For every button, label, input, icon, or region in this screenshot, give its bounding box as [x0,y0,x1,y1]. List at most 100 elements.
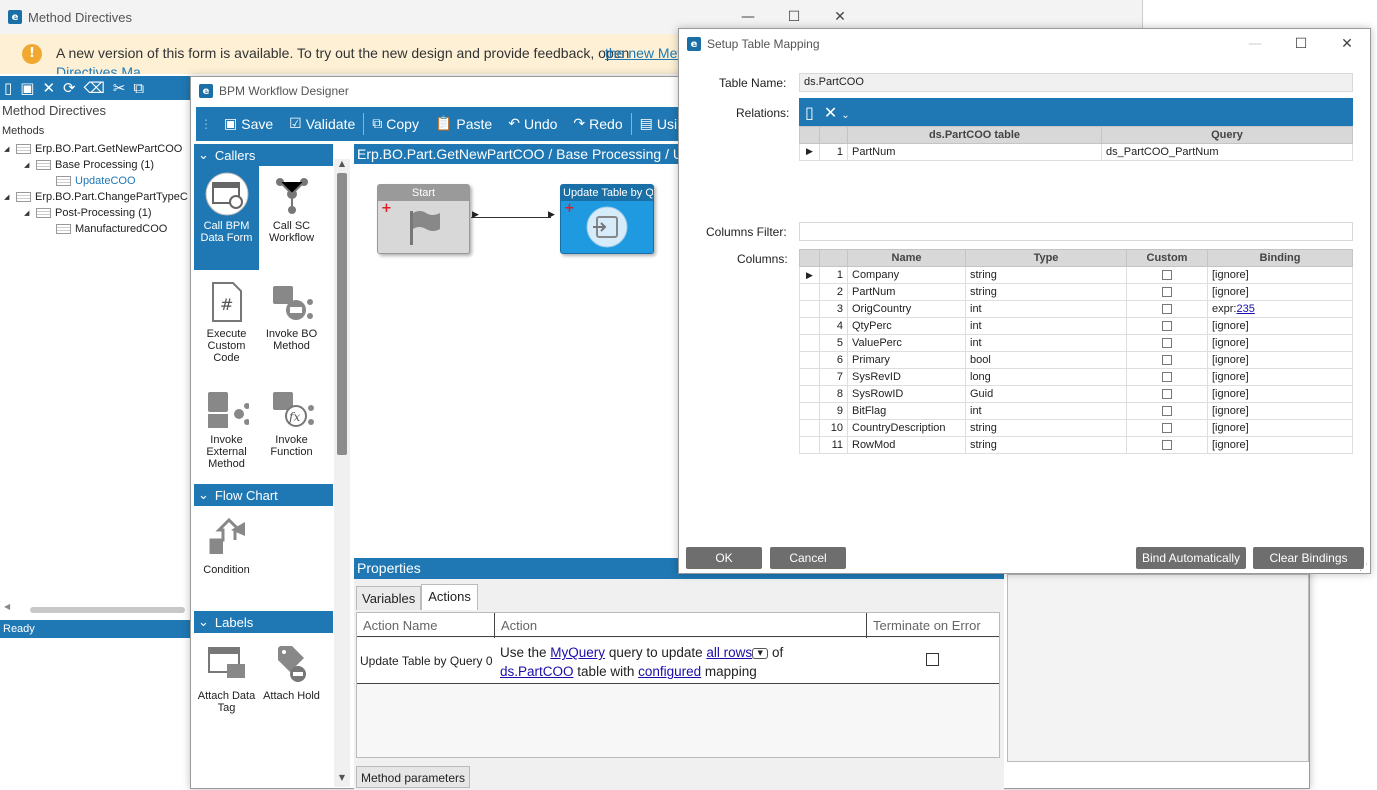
custom-checkbox[interactable] [1162,423,1172,434]
new-icon[interactable]: ▯ [4,79,12,97]
close-icon[interactable]: ✕ [817,9,863,25]
expand-toggle-icon[interactable]: ◢ [4,193,12,201]
custom-checkbox[interactable] [1162,440,1172,451]
save-icon[interactable]: ▣ [20,79,34,97]
copy-button[interactable]: ⧉ Copy [364,107,427,141]
tree-item[interactable]: ◢ Base Processing (1) [24,157,154,173]
update-table-node[interactable]: Update Table by Q + [560,184,654,254]
callers-section-header[interactable]: ⌄ Callers [194,144,333,166]
delete-icon[interactable]: ✕ [42,79,55,97]
binding-cell[interactable]: [ignore] [1207,266,1353,284]
toolbox-scrollbar[interactable]: ▲ ▼ [334,159,350,787]
binding-cell[interactable]: [ignore] [1207,351,1353,369]
binding-cell[interactable]: [ignore] [1207,317,1353,335]
chevron-down-icon[interactable]: ⌄ [841,110,849,121]
column-row[interactable]: 10 CountryDescription string [ignore] [799,419,1353,437]
column-row[interactable]: 9 BitFlag int [ignore] [799,402,1353,420]
redo-button[interactable]: ↷ Redo [565,107,630,141]
scroll-down-icon[interactable]: ▼ [334,773,350,787]
table-link[interactable]: ds.PartCOO [500,664,574,679]
refresh-icon[interactable]: ⟳ [63,79,76,97]
flowchart-section-header[interactable]: ⌄ Flow Chart [194,484,333,506]
terminate-on-error-checkbox[interactable] [926,653,939,666]
relations-row[interactable]: ▶ 1 PartNum ds_PartCOO_PartNum [799,143,1353,161]
toolbox-item-attach-data-tag[interactable]: Attach Data Tag [194,638,259,714]
custom-checkbox[interactable] [1162,321,1172,332]
clear-bindings-button[interactable]: Clear Bindings [1253,547,1364,569]
columns-filter-input[interactable] [799,222,1353,241]
toolbox-item-invoke-function[interactable]: fx Invoke Function [259,382,324,458]
column-row[interactable]: 8 SysRowID Guid [ignore] [799,385,1353,403]
paste-button[interactable]: 📋 Paste [427,107,500,141]
plus-icon[interactable]: + [381,201,392,216]
custom-checkbox[interactable] [1162,406,1172,417]
binding-cell[interactable]: [ignore] [1207,283,1353,301]
toolbox-item-attach-hold[interactable]: Attach Hold [259,638,324,702]
plus-icon[interactable]: + [564,201,575,216]
custom-checkbox[interactable] [1162,338,1172,349]
maximize-icon[interactable]: ☐ [1278,36,1324,52]
rows-link[interactable]: all rows [706,645,752,660]
tree-item[interactable]: ManufacturedCOO [56,221,167,237]
toolbox-item-condition[interactable]: Condition [194,512,259,576]
binding-cell[interactable]: [ignore] [1207,419,1353,437]
binding-cell[interactable]: [ignore] [1207,385,1353,403]
copy-icon[interactable]: ⧉ [133,79,144,97]
custom-checkbox[interactable] [1162,304,1172,315]
expand-toggle-icon[interactable]: ◢ [24,209,32,217]
delete-icon[interactable]: ✕ [824,103,837,122]
tree-item[interactable]: ◢ Erp.BO.Part.GetNewPartCOO [4,141,182,157]
undo-button[interactable]: ↶ Undo [500,107,565,141]
maximize-icon[interactable]: ☐ [771,9,817,25]
toolbox-item-invoke-bo-method[interactable]: Invoke BO Method [259,276,324,352]
scroll-left-icon[interactable]: ◀ [4,602,10,611]
mapping-link[interactable]: configured [638,664,701,679]
new-icon[interactable]: ▯ [805,103,814,122]
toolbox-item-execute-custom-code[interactable]: # Execute Custom Code [194,276,259,364]
bind-automatically-button[interactable]: Bind Automatically [1136,547,1246,569]
column-row[interactable]: 2 PartNum string [ignore] [799,283,1353,301]
close-icon[interactable]: ✕ [1324,36,1370,52]
tree-item[interactable]: ◢ Post-Processing (1) [24,205,152,221]
column-row[interactable]: 6 Primary bool [ignore] [799,351,1353,369]
tree-item[interactable]: ◢ Erp.BO.Part.ChangePartTypeC [4,189,188,205]
binding-cell[interactable]: [ignore] [1207,334,1353,352]
column-row[interactable]: 3 OrigCountry int expr:235 [799,300,1353,318]
toolbox-item-call-sc-workflow[interactable]: Call SC Workflow [259,168,324,244]
validate-button[interactable]: ☑ Validate [281,107,363,141]
custom-checkbox[interactable] [1162,270,1172,281]
column-row[interactable]: 7 SysRevID long [ignore] [799,368,1353,386]
column-row[interactable]: ▶ 1 Company string [ignore] [799,266,1353,284]
save-button[interactable]: ▣ Save [216,107,281,141]
cancel-button[interactable]: Cancel [770,547,846,569]
column-row[interactable]: 11 RowMod string [ignore] [799,436,1353,454]
clear-icon[interactable]: ⌫ [84,79,105,97]
toolbox-item-call-bpm-data-form[interactable]: Call BPM Data Form [194,168,259,244]
cut-icon[interactable]: ✂ [113,79,126,97]
action-row[interactable]: Update Table by Query 0 Use the MyQuery … [357,638,999,684]
column-row[interactable]: 4 QtyPerc int [ignore] [799,317,1353,335]
expand-toggle-icon[interactable]: ◢ [4,145,12,153]
resize-grip-icon[interactable]: ⋰ [1359,563,1368,573]
query-link[interactable]: MyQuery [550,645,605,660]
scrollbar-thumb[interactable] [337,173,347,455]
tab-variables[interactable]: Variables [356,586,422,610]
toolbox-item-invoke-external-method[interactable]: Invoke External Method [194,382,259,470]
custom-checkbox[interactable] [1162,355,1172,366]
custom-checkbox[interactable] [1162,372,1172,383]
minimize-icon[interactable]: — [725,9,771,25]
labels-section-header[interactable]: ⌄ Labels [194,611,333,633]
tab-method-parameters[interactable]: Method parameters [356,766,471,788]
binding-cell[interactable]: [ignore] [1207,368,1353,386]
dropdown-icon[interactable]: ▼ [752,647,769,659]
binding-expression-link[interactable]: 235 [1236,303,1254,315]
relation-query[interactable]: ds_PartCOO_PartNum [1101,143,1353,161]
binding-cell[interactable]: [ignore] [1207,402,1353,420]
relation-field[interactable]: PartNum [847,143,1102,161]
column-row[interactable]: 5 ValuePerc int [ignore] [799,334,1353,352]
binding-cell[interactable]: [ignore] [1207,436,1353,454]
banner-link[interactable]: the new Meth [605,45,689,61]
custom-checkbox[interactable] [1162,287,1172,298]
scrollbar-thumb[interactable] [30,607,185,613]
binding-cell[interactable]: expr:235 [1207,300,1353,318]
